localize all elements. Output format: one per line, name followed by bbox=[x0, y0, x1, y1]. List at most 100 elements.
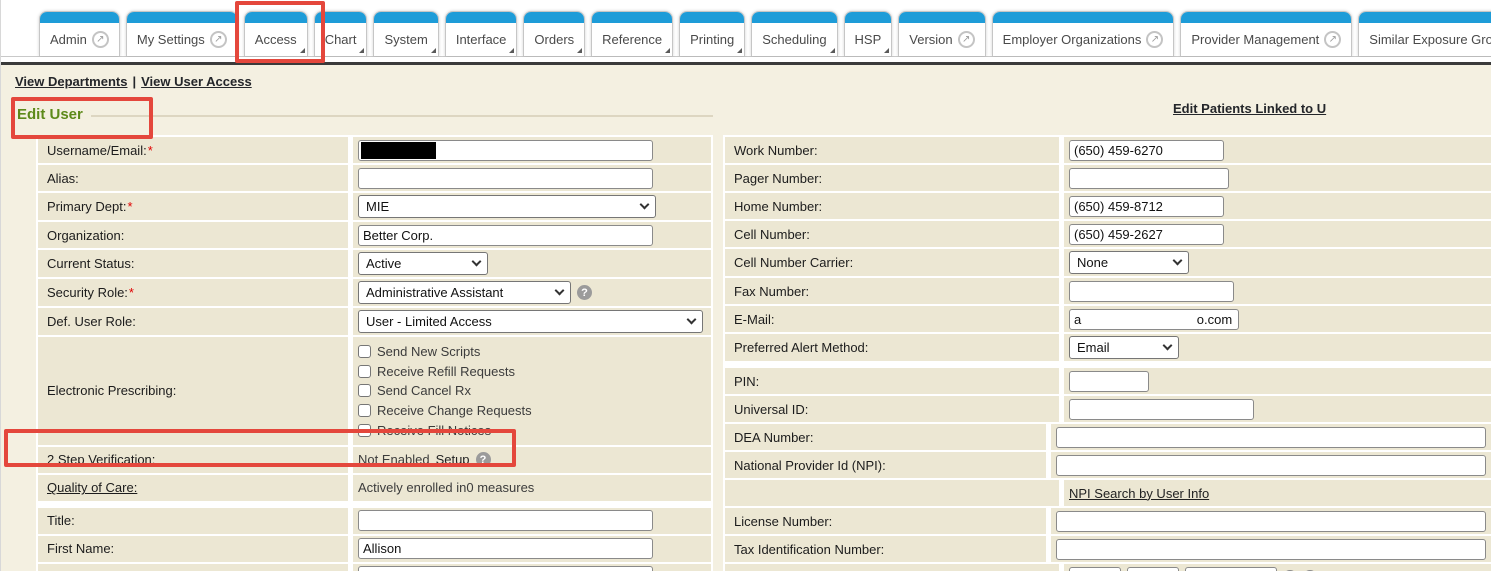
home-number-input[interactable] bbox=[1069, 196, 1224, 217]
pin-input[interactable] bbox=[1069, 371, 1149, 392]
dropdown-indicator-icon bbox=[737, 48, 742, 53]
tab-label: Chart bbox=[325, 32, 357, 47]
tab-accent-bar bbox=[592, 12, 672, 23]
tab-orders[interactable]: Orders bbox=[523, 11, 585, 56]
tab-scheduling[interactable]: Scheduling bbox=[751, 11, 837, 56]
tab-label: Provider Management bbox=[1191, 32, 1319, 47]
row-first-name: First Name: bbox=[38, 536, 711, 562]
pager-number-input[interactable] bbox=[1069, 168, 1229, 189]
label-text-license-number: License Number: bbox=[734, 514, 832, 529]
row-primary-dept: Primary Dept:*MIE bbox=[38, 193, 711, 220]
tab-provider-management[interactable]: Provider Management↗ bbox=[1180, 11, 1352, 56]
row-pager-number: Pager Number: bbox=[725, 165, 1491, 191]
work-number-input[interactable] bbox=[1069, 140, 1224, 161]
label-text-home-number: Home Number: bbox=[734, 199, 822, 214]
organization-input[interactable] bbox=[358, 225, 653, 246]
help-icon[interactable]: ? bbox=[476, 452, 491, 467]
row-current-status: Current Status:Active bbox=[38, 250, 711, 277]
npi-search-link[interactable]: NPI Search by User Info bbox=[1069, 486, 1209, 501]
label-text-quality-of-care[interactable]: Quality of Care: bbox=[47, 480, 137, 495]
checkbox-label: Receive Refill Requests bbox=[377, 364, 515, 379]
middle-name-input[interactable] bbox=[358, 566, 653, 571]
tab-my-settings[interactable]: My Settings↗ bbox=[126, 11, 238, 56]
tab-label: Printing bbox=[690, 32, 734, 47]
tab-access[interactable]: Access bbox=[244, 11, 308, 56]
label-text-organization: Organization: bbox=[47, 228, 124, 243]
tab-body-admin: Admin↗ bbox=[40, 23, 119, 56]
dea-number-input[interactable] bbox=[1056, 427, 1486, 448]
electronic-prescribing-checkbox-4[interactable] bbox=[358, 424, 371, 437]
view-departments-link[interactable]: View Departments bbox=[15, 74, 127, 89]
fax-number-input[interactable] bbox=[1069, 281, 1234, 302]
electronic-prescribing-checkbox-3[interactable] bbox=[358, 404, 371, 417]
universal-id-input[interactable] bbox=[1069, 399, 1254, 420]
cell-number-carrier-select[interactable]: None bbox=[1069, 251, 1189, 274]
two-step-verification-setup-link[interactable]: Setup bbox=[436, 452, 470, 467]
electronic-prescribing-checkbox-1[interactable] bbox=[358, 365, 371, 378]
field-pager-number bbox=[1064, 165, 1491, 191]
email-input[interactable] bbox=[1069, 309, 1239, 330]
field-cell-number-carrier: None bbox=[1064, 249, 1491, 276]
label-national-provider-id: National Provider Id (NPI): bbox=[725, 452, 1046, 478]
label-text-username-email: Username/Email: bbox=[47, 143, 147, 158]
tab-accent-bar bbox=[245, 12, 307, 23]
electronic-prescribing-checkbox-2[interactable] bbox=[358, 384, 371, 397]
tab-similar-exposure-groups[interactable]: Similar Exposure Groups ( bbox=[1358, 11, 1491, 56]
label-text-work-number: Work Number: bbox=[734, 143, 818, 158]
selected-value: None bbox=[1077, 255, 1108, 270]
help-icon[interactable]: ? bbox=[577, 285, 592, 300]
checkbox-row: Receive Refill Requests bbox=[358, 362, 532, 382]
chevron-down-icon bbox=[472, 257, 482, 267]
label-text-first-name: First Name: bbox=[47, 541, 114, 556]
content-area: View Departments|View User Access Edit P… bbox=[1, 65, 1491, 571]
checkbox-row: Send New Scripts bbox=[358, 342, 532, 362]
tab-reference[interactable]: Reference bbox=[591, 11, 673, 56]
tab-accent-bar bbox=[899, 12, 984, 23]
label-text-security-role: Security Role: bbox=[47, 285, 128, 300]
label-text-dea-number: DEA Number: bbox=[734, 430, 813, 445]
first-name-input[interactable] bbox=[358, 538, 653, 559]
label-npi-search bbox=[725, 480, 1059, 506]
external-link-icon: ↗ bbox=[1146, 31, 1163, 48]
tab-version[interactable]: Version↗ bbox=[898, 11, 985, 56]
partial-input-0[interactable] bbox=[1069, 567, 1121, 571]
tab-interface[interactable]: Interface bbox=[445, 11, 518, 56]
partial-input-2[interactable] bbox=[1185, 567, 1277, 571]
partial-input-1[interactable] bbox=[1127, 567, 1179, 571]
tab-employer-organizations[interactable]: Employer Organizations↗ bbox=[992, 11, 1175, 56]
alias-input[interactable] bbox=[358, 168, 653, 189]
national-provider-id-input[interactable] bbox=[1056, 455, 1486, 476]
row-def-user-role: Def. User Role:User - Limited Access bbox=[38, 308, 711, 335]
tab-hsp[interactable]: HSP bbox=[844, 11, 893, 56]
tab-admin[interactable]: Admin↗ bbox=[39, 11, 120, 56]
tab-label: System bbox=[384, 32, 427, 47]
tab-system[interactable]: System bbox=[373, 11, 438, 56]
field-preferred-alert-method: Email bbox=[1064, 334, 1491, 361]
current-status-select[interactable]: Active bbox=[358, 252, 488, 275]
label-middle-name: Middle Name: bbox=[38, 564, 348, 571]
title-input[interactable] bbox=[358, 510, 653, 531]
label-text-cell-number-carrier: Cell Number Carrier: bbox=[734, 255, 853, 270]
tab-label: My Settings bbox=[137, 32, 205, 47]
edit-patients-linked-link[interactable]: Edit Patients Linked to U bbox=[1173, 101, 1326, 116]
tax-identification-number-input[interactable] bbox=[1056, 539, 1486, 560]
label-text-electronic-prescribing: Electronic Prescribing: bbox=[47, 383, 176, 398]
tab-body-orders: Orders bbox=[524, 23, 584, 56]
license-number-input[interactable] bbox=[1056, 511, 1486, 532]
primary-dept-select[interactable]: MIE bbox=[358, 195, 656, 218]
def-user-role-select[interactable]: User - Limited Access bbox=[358, 310, 703, 333]
field-npi-search: NPI Search by User Info bbox=[1064, 480, 1491, 506]
row-tax-identification-number: Tax Identification Number: bbox=[725, 536, 1491, 562]
tab-label: HSP bbox=[855, 32, 882, 47]
page-title: Edit User bbox=[17, 106, 83, 123]
field-fax-number bbox=[1064, 278, 1491, 304]
electronic-prescribing-checkbox-0[interactable] bbox=[358, 345, 371, 358]
view-user-access-link[interactable]: View User Access bbox=[141, 74, 252, 89]
tab-printing[interactable]: Printing bbox=[679, 11, 745, 56]
row-username-email: Username/Email:* bbox=[38, 137, 711, 163]
preferred-alert-method-select[interactable]: Email bbox=[1069, 336, 1179, 359]
tab-chart[interactable]: Chart bbox=[314, 11, 368, 56]
row-two-step-verification: 2 Step Verification:Not EnabledSetup? bbox=[38, 447, 711, 473]
security-role-select[interactable]: Administrative Assistant bbox=[358, 281, 571, 304]
cell-number-input[interactable] bbox=[1069, 224, 1224, 245]
